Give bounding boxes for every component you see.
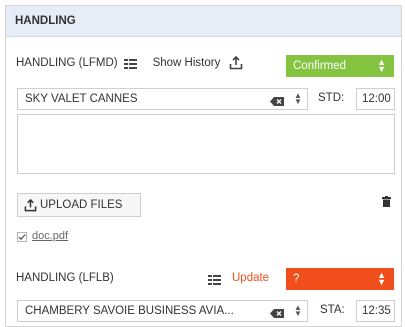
spinner-icon[interactable]: ▲ ▼ bbox=[294, 92, 302, 106]
arrival-handler-field[interactable]: CHAMBERY SAVOIE BUSINESS AVIA... bbox=[17, 300, 308, 322]
spinner-icon[interactable]: ▲ ▼ bbox=[294, 304, 302, 318]
list-icon[interactable] bbox=[208, 274, 221, 285]
departure-handler-field[interactable]: SKY VALET CANNES bbox=[17, 88, 308, 110]
arrival-handler-value: CHAMBERY SAVOIE BUSINESS AVIA... bbox=[25, 305, 234, 317]
arrival-time-field[interactable]: 12:35 bbox=[356, 300, 395, 322]
upload-files-button[interactable]: UPLOAD FILES bbox=[17, 193, 141, 217]
departure-time-value: 12:00 bbox=[362, 93, 391, 105]
arrival-status-value: ? bbox=[293, 273, 300, 285]
chevron-updown-icon: ▲ ▼ bbox=[377, 57, 386, 74]
clear-icon[interactable] bbox=[270, 307, 284, 318]
clear-icon[interactable] bbox=[270, 95, 284, 106]
update-link[interactable]: Update bbox=[232, 272, 269, 284]
departure-handling-label: HANDLING (LFMD) bbox=[16, 57, 118, 69]
chevron-updown-icon: ▲ ▼ bbox=[377, 270, 386, 287]
departure-time-label: STD: bbox=[318, 92, 345, 104]
departure-time-field[interactable]: 12:00 bbox=[356, 88, 395, 110]
panel-title: HANDLING bbox=[6, 6, 401, 37]
arrival-time-label: STA: bbox=[320, 304, 345, 316]
upload-icon bbox=[24, 198, 37, 212]
arrival-status-select[interactable]: ? ▲ ▼ bbox=[286, 268, 394, 290]
arrival-time-value: 12:35 bbox=[362, 305, 391, 317]
departure-handler-value: SKY VALET CANNES bbox=[25, 93, 138, 105]
trash-icon[interactable] bbox=[382, 196, 391, 207]
departure-status-value: Confirmed bbox=[293, 60, 347, 72]
upload-icon[interactable] bbox=[229, 55, 243, 70]
departure-status-select[interactable]: Confirmed ▲ ▼ bbox=[286, 55, 394, 77]
upload-files-label: UPLOAD FILES bbox=[40, 199, 123, 211]
list-icon[interactable] bbox=[123, 58, 137, 69]
file-link[interactable]: doc.pdf bbox=[32, 230, 68, 242]
arrival-handling-label: HANDLING (LFLB) bbox=[16, 272, 114, 284]
checkbox-icon[interactable] bbox=[17, 232, 27, 242]
handling-panel: HANDLING HANDLING (LFMD) Show History Co… bbox=[5, 5, 402, 327]
show-history-link[interactable]: Show History bbox=[153, 57, 221, 69]
departure-notes-textarea[interactable] bbox=[17, 114, 395, 174]
